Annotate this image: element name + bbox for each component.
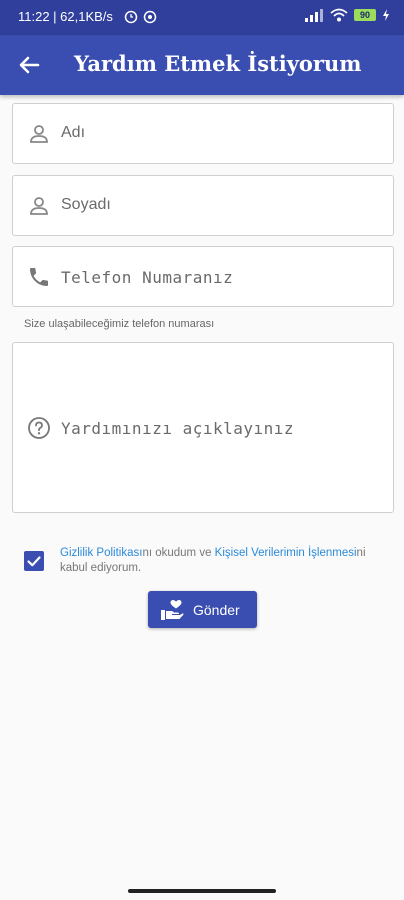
person-icon bbox=[30, 125, 48, 143]
personal-data-link[interactable]: Kişisel Verilerimin İşlenmesi bbox=[215, 547, 357, 559]
consent-middle-text: nı okudum ve bbox=[142, 547, 215, 559]
wifi-icon bbox=[330, 8, 348, 22]
consent-text: Gizlilik Politikasını okudum ve Kişisel … bbox=[60, 546, 394, 576]
person-icon bbox=[30, 197, 48, 215]
alarm-icon bbox=[124, 10, 157, 24]
phone-field[interactable]: Telefon Numaranız bbox=[12, 246, 394, 307]
checkmark-icon bbox=[27, 556, 41, 567]
status-notification-icons bbox=[124, 8, 158, 27]
phone-icon bbox=[30, 268, 48, 286]
description-field[interactable]: Yardımınızı açıklayınız bbox=[12, 342, 394, 513]
helping-hand-icon bbox=[161, 600, 184, 620]
help-circle-icon bbox=[28, 417, 50, 439]
send-button[interactable]: Gönder bbox=[148, 591, 257, 628]
send-button-label: Gönder bbox=[193, 602, 240, 618]
status-time-speed: 11:22 | 62,1KB/s bbox=[18, 9, 113, 24]
arrow-back-icon bbox=[19, 56, 40, 74]
last-name-field[interactable]: Soyadı bbox=[12, 175, 394, 236]
charging-icon bbox=[383, 9, 389, 21]
first-name-placeholder: Adı bbox=[61, 124, 86, 141]
first-name-field[interactable]: Adı bbox=[12, 103, 394, 164]
signal-icon bbox=[305, 9, 323, 22]
page-title: Yardım Etmek İstiyorum bbox=[74, 51, 362, 76]
phone-placeholder: Telefon Numaranız bbox=[61, 268, 234, 287]
home-indicator[interactable] bbox=[128, 889, 276, 893]
back-button[interactable] bbox=[12, 48, 46, 82]
consent-checkbox[interactable] bbox=[24, 551, 44, 571]
last-name-placeholder: Soyadı bbox=[61, 196, 111, 213]
battery-level: 90 bbox=[354, 9, 376, 21]
app-bar: Yardım Etmek İstiyorum bbox=[0, 35, 404, 95]
phone-helper-text: Size ulaşabileceğimiz telefon numarası bbox=[24, 318, 215, 330]
status-bar: 11:22 | 62,1KB/s 90 bbox=[0, 0, 404, 35]
privacy-policy-link[interactable]: Gizlilik Politikası bbox=[60, 547, 142, 559]
description-placeholder: Yardımınızı açıklayınız bbox=[61, 419, 295, 438]
